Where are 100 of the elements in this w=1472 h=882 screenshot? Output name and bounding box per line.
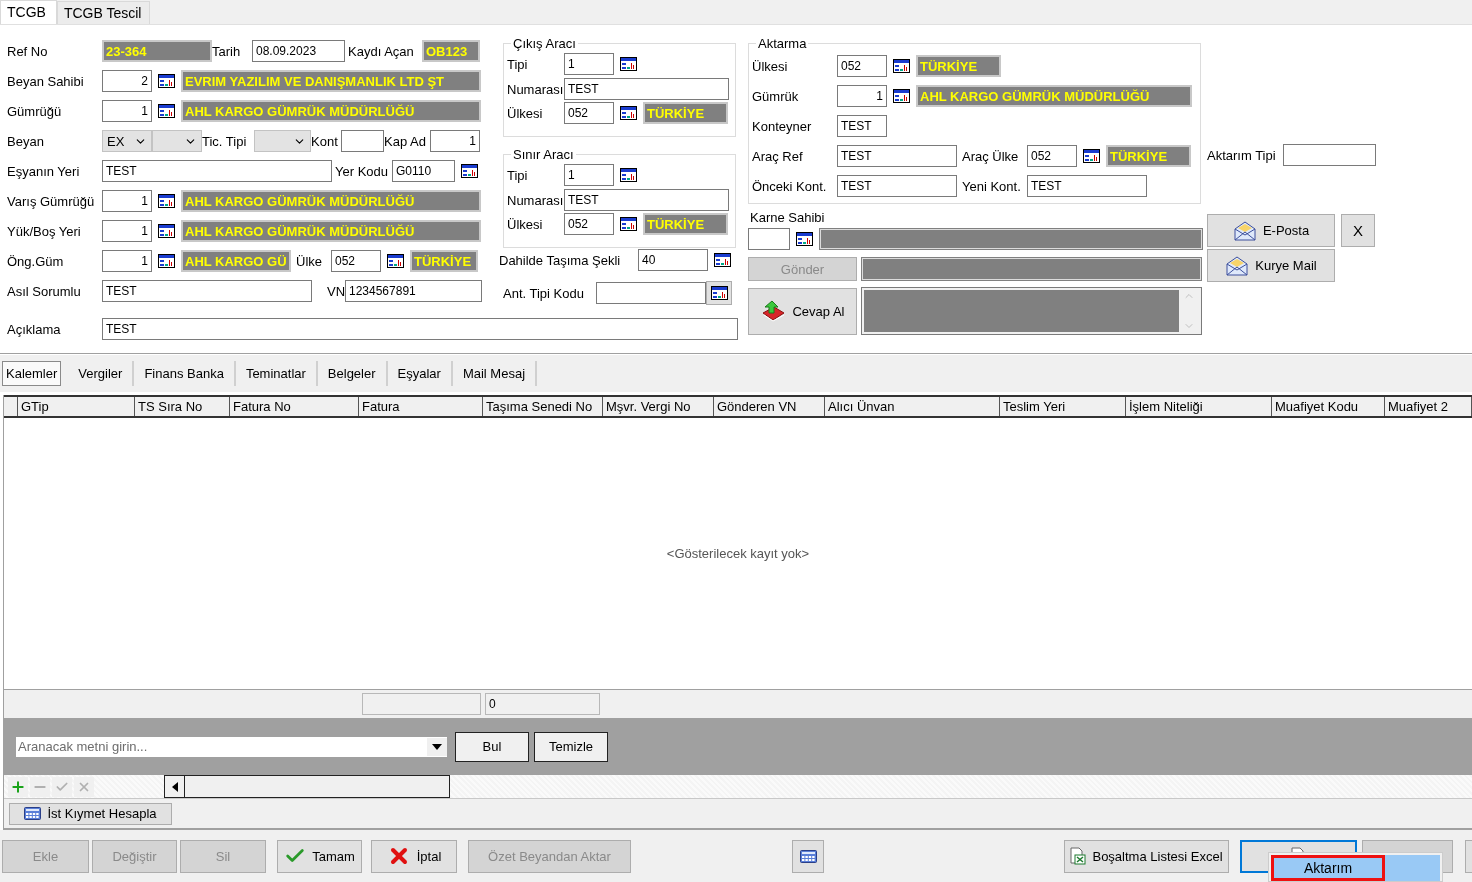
date-field[interactable]: 08.09.2023 [252,40,345,62]
menu-item[interactable]: Aktarım [1271,855,1440,881]
dropdown-arrow-icon[interactable] [432,743,442,750]
column-header[interactable]: GTip [18,397,135,416]
code-field[interactable]: 1 [102,220,152,242]
dropdown[interactable]: EX [102,130,152,152]
window-icon[interactable] [893,59,910,73]
left-arrow-icon[interactable] [171,781,178,792]
email-button[interactable]: E-Posta [1207,214,1335,247]
field-label: Kaydı Açan [347,43,415,59]
calculate-button[interactable]: İst Kıymet Hesapla [9,802,172,825]
field-label: Konteyner [752,118,813,134]
window-icon[interactable] [158,74,175,88]
search-field[interactable]: Aranacak metni girin... [16,736,447,757]
tab[interactable]: Mail Mesaj [452,361,538,386]
window-icon[interactable] [620,57,637,71]
window-icon[interactable] [158,194,175,208]
window-icon[interactable] [158,104,175,118]
code-field[interactable]: 052 [1027,145,1077,167]
column-header[interactable]: Fatura [359,397,483,416]
input-field[interactable] [748,228,790,250]
tab[interactable]: Vergiler [68,361,135,386]
reply-button[interactable]: Cevap Al [748,287,857,335]
input-field[interactable]: TEST [837,145,957,167]
input-field[interactable] [1283,144,1376,166]
window-icon[interactable] [387,254,404,268]
code-field[interactable]: 1 [102,100,152,122]
input-field[interactable]: TEST [837,175,957,197]
action-button[interactable] [792,839,824,873]
window-icon[interactable] [461,164,478,178]
tab[interactable]: Eşyalar [387,361,453,386]
input-field[interactable]: TEST [564,78,729,100]
input-field[interactable] [596,282,706,304]
code-field[interactable]: 1 [102,190,152,212]
column-header[interactable]: Muafiyet Kodu [1272,397,1385,416]
field-label: Gümrüğü [7,103,63,119]
column-header[interactable]: Fatura No [230,397,359,416]
tab[interactable]: TCGB [0,0,57,24]
courier-mail-button[interactable]: Kurye Mail [1207,249,1335,282]
action-button[interactable]: İptal [371,839,457,873]
plus-icon[interactable] [10,778,26,795]
code-field[interactable]: 052 [837,55,887,77]
tab[interactable]: Finans Banka [134,361,236,386]
code-field[interactable]: 052 [331,250,381,272]
search-button[interactable]: Bul [455,731,529,762]
column-header[interactable]: TS Sıra No [135,397,230,416]
code-field[interactable]: 052 [564,213,614,235]
input-field[interactable]: TEST [564,189,729,211]
column-header[interactable]: İşlem Niteliği [1126,397,1272,416]
input-field[interactable]: 1 [430,130,480,152]
code-field[interactable]: 1 [102,250,152,272]
lookup-button[interactable] [706,281,732,305]
code-field[interactable]: 1 [837,85,887,107]
input-field[interactable]: TEST [102,280,312,302]
input-field[interactable]: 1 [564,53,614,75]
scrollbar[interactable] [164,775,450,798]
input-field[interactable]: TEST [837,115,887,137]
tab[interactable]: TCGB Tescil [56,1,151,24]
field-label: Ant. Tipi Kodu [503,285,585,301]
input-field[interactable]: TEST [1027,175,1147,197]
window-icon[interactable] [158,224,175,238]
window-icon[interactable] [620,106,637,120]
input-field[interactable]: G0110 [392,160,455,182]
column-header[interactable]: Mşvr. Vergi No [603,397,714,416]
field-label: Aktarım Tipi [1207,147,1277,163]
tab[interactable]: Kalemler [2,361,62,386]
action-button[interactable]: Boşaltma Listesi Excel [1064,839,1229,873]
close-button[interactable]: X [1341,214,1375,247]
field-label: Beyan [7,133,45,149]
column-header[interactable]: Gönderen VN [714,397,825,416]
field-label: Ref No [7,43,49,59]
code-field[interactable]: 052 [564,102,614,124]
input-field[interactable]: 40 [638,249,708,271]
window-icon[interactable] [1083,149,1100,163]
excel-file-icon [1070,847,1087,865]
input-field[interactable]: 1 [564,164,614,186]
window-icon[interactable] [620,168,637,182]
tab[interactable]: Teminatlar [235,361,318,386]
input-field[interactable]: TEST [102,160,332,182]
window-icon[interactable] [714,253,731,267]
input-field[interactable]: 1234567891 [345,280,482,302]
input-field[interactable] [341,130,384,152]
column-header[interactable]: Teslim Yeri [1000,397,1126,416]
search-button[interactable]: Temizle [534,731,608,762]
envelope-icon [1232,219,1257,242]
window-icon[interactable] [796,232,813,246]
field-label: Açıklama [7,321,62,337]
action-button[interactable]: Tamam [277,839,362,873]
column-header[interactable]: Alıcı Ünvan [825,397,1000,416]
name-display: AHL KARGO GÜMRÜK MÜDÜRLÜĞÜ [916,85,1192,107]
column-header[interactable]: Taşıma Senedi No [483,397,603,416]
input-field[interactable]: TEST [102,318,738,340]
window-icon[interactable] [158,254,175,268]
field-label: Ülkesi [507,216,544,232]
column-header[interactable]: Muafiyet 2 [1385,397,1472,416]
window-icon[interactable] [893,89,910,103]
code-field[interactable]: 2 [102,70,152,92]
window-icon[interactable] [710,286,728,300]
window-icon[interactable] [620,217,637,231]
tab[interactable]: Belgeler [317,361,388,386]
